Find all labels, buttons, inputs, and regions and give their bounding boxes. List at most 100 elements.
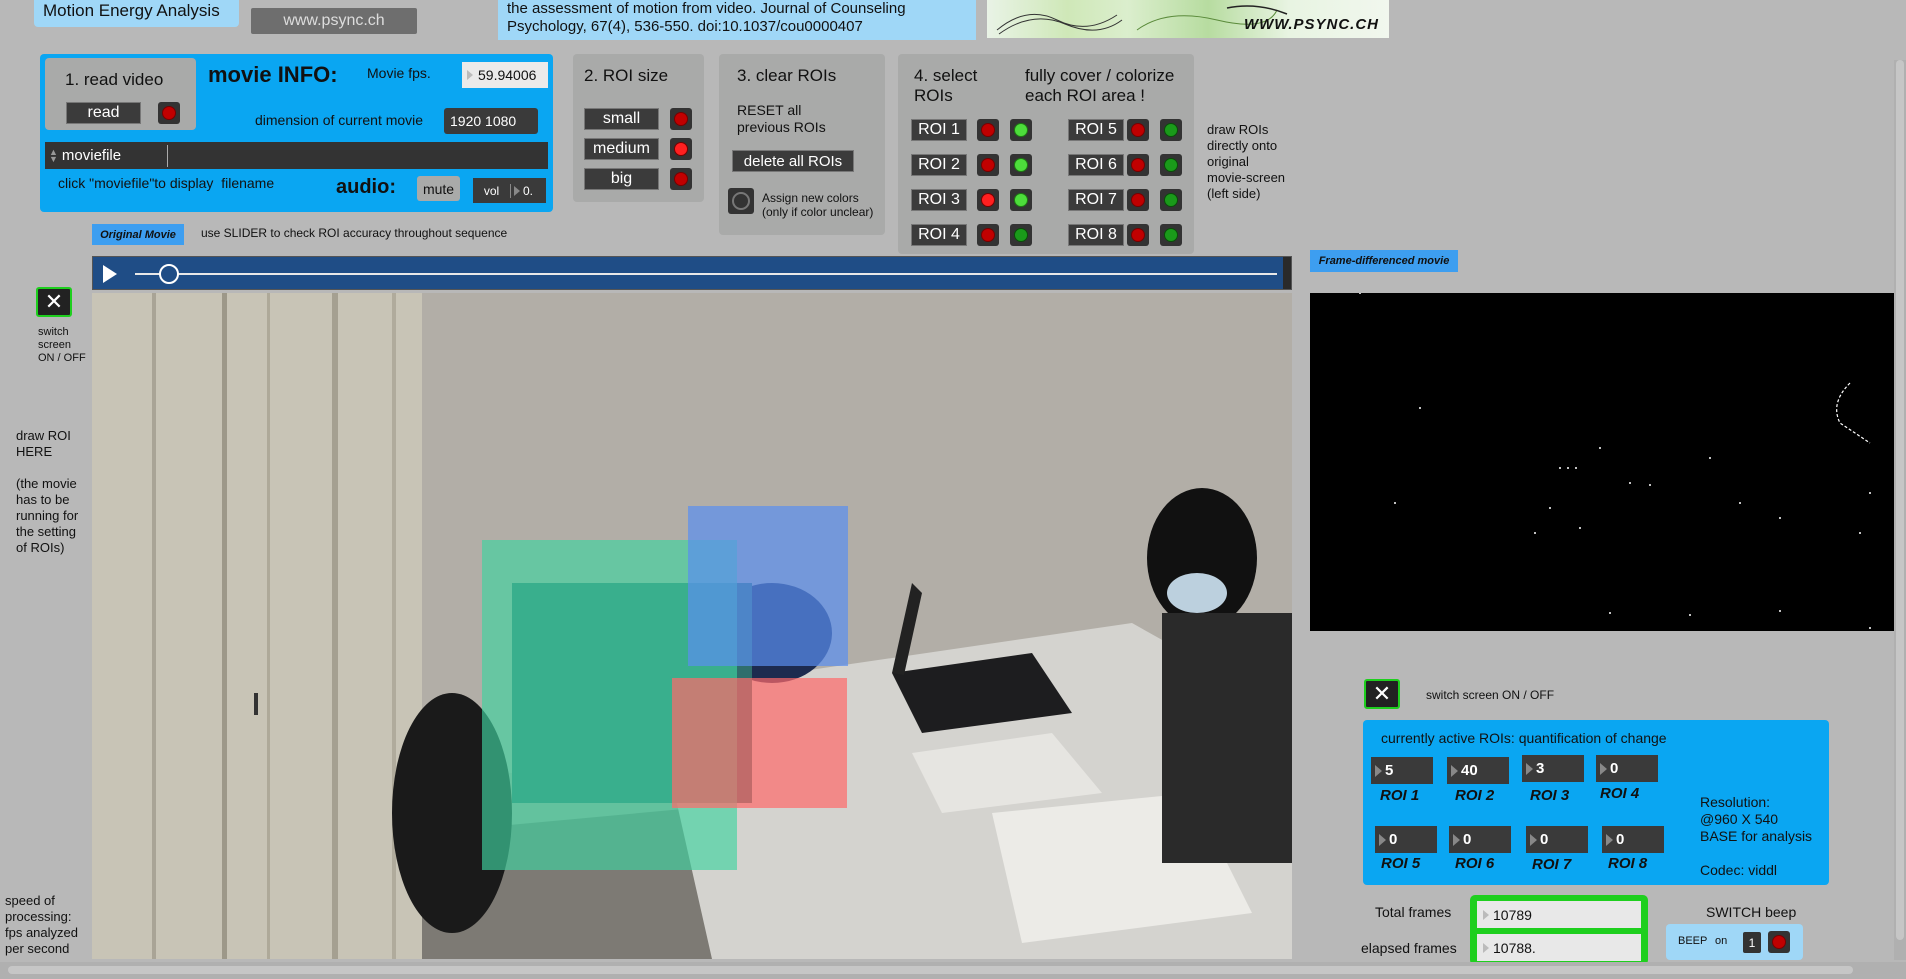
horizontal-scrollbar-thumb[interactable]	[8, 966, 1853, 974]
original-movie-tag: Original Movie	[92, 224, 184, 245]
motion-noise-graphic	[1359, 293, 1871, 629]
select-rois-panel: 4. select ROIs fully cover / colorize ea…	[898, 54, 1194, 254]
roi-8-button[interactable]: ROI 8	[1068, 224, 1124, 246]
roi-5-button[interactable]: ROI 5	[1068, 119, 1124, 141]
roi-7-button[interactable]: ROI 7	[1068, 189, 1124, 211]
switch-screen-left-note: switch screen ON / OFF	[38, 326, 86, 364]
roi-5-green-indicator[interactable]	[1160, 119, 1182, 141]
beep-toggle[interactable]	[1768, 931, 1790, 953]
horizontal-scrollbar[interactable]	[0, 962, 1906, 979]
vertical-scrollbar[interactable]	[1894, 60, 1906, 960]
roi-3-green-indicator[interactable]	[1010, 189, 1032, 211]
slider-track[interactable]	[135, 273, 1277, 275]
dimension-value: 1920 1080	[444, 108, 538, 134]
roi-4-red-indicator[interactable]	[977, 224, 999, 246]
moviefile-label[interactable]: moviefile	[62, 147, 167, 164]
roi-4-value: 0	[1596, 755, 1658, 782]
roi-2-red-indicator[interactable]	[977, 154, 999, 176]
roi-2-green-indicator[interactable]	[1010, 154, 1032, 176]
original-movie-screen[interactable]	[92, 293, 1292, 959]
movie-info-panel: 1. read video read movie INFO: Movie fps…	[40, 54, 553, 212]
roi-7-value: 0	[1526, 826, 1588, 853]
roi-4-green-indicator[interactable]	[1010, 224, 1032, 246]
roi-5-value: 0	[1375, 826, 1437, 853]
app-title-box: Motion Energy Analysis	[34, 0, 239, 27]
vol-value[interactable]: 0.	[523, 184, 533, 198]
assign-line-2: (only if color unclear)	[762, 205, 874, 219]
moviefile-stepper-icon[interactable]: ▲ ▼	[49, 147, 58, 163]
reset-line-1: RESET all	[737, 102, 802, 118]
roi-1-button[interactable]: ROI 1	[911, 119, 967, 141]
size-big-button[interactable]: big	[584, 168, 659, 190]
size-big-indicator[interactable]	[670, 168, 692, 190]
read-indicator[interactable]	[158, 102, 180, 124]
elapsed-frames-value: 10788.	[1477, 934, 1641, 961]
roi-1-green-indicator[interactable]	[1010, 119, 1032, 141]
size-medium-indicator[interactable]	[670, 138, 692, 160]
roi-7-green-indicator[interactable]	[1160, 189, 1182, 211]
volume-control[interactable]: vol 0.	[473, 178, 546, 203]
frame-diff-tag: Frame-differenced movie	[1310, 250, 1458, 272]
assign-colors-button[interactable]	[728, 188, 754, 214]
delete-all-rois-button[interactable]: delete all ROIs	[732, 150, 854, 172]
size-small-button[interactable]: small	[584, 108, 659, 130]
roi-8-green-indicator[interactable]	[1160, 224, 1182, 246]
header-banner: WWW.PSYNC.CH	[987, 0, 1389, 38]
roi-1-red-indicator[interactable]	[977, 119, 999, 141]
roi-3-red-indicator[interactable]	[977, 189, 999, 211]
play-button[interactable]	[97, 261, 123, 287]
roi-7-red-indicator[interactable]	[1127, 189, 1149, 211]
moviefile-hint: click "moviefile"to display filename	[58, 175, 275, 191]
mute-button[interactable]: mute	[417, 176, 460, 201]
beep-value[interactable]: 1	[1743, 932, 1761, 953]
audio-label: audio:	[336, 176, 396, 198]
roi-4-button[interactable]: ROI 4	[911, 224, 967, 246]
roi-7-label: ROI 7	[1532, 856, 1572, 873]
size-medium-button[interactable]: medium	[584, 138, 659, 160]
slider-knob[interactable]	[159, 264, 180, 284]
draw-roi-here-note: draw ROI HERE (the movie has to be runni…	[16, 428, 79, 555]
roi-6-green-indicator[interactable]	[1160, 154, 1182, 176]
close-icon: ✕	[1372, 681, 1392, 706]
slider-hint: use SLIDER to check ROI accuracy through…	[201, 226, 508, 240]
roi-size-title: 2. ROI size	[584, 66, 669, 85]
roi-3-value: 3	[1522, 755, 1584, 782]
roi-3-button[interactable]: ROI 3	[911, 189, 967, 211]
read-button[interactable]: read	[66, 102, 141, 124]
size-small-indicator[interactable]	[670, 108, 692, 130]
citation-line-1: the assessment of motion from video. Jou…	[507, 0, 906, 17]
read-video-box: 1. read video read	[45, 58, 196, 130]
roi-3-label: ROI 3	[1530, 787, 1570, 804]
roi-5-red-indicator[interactable]	[1127, 119, 1149, 141]
cover-line-2: each ROI area !	[1025, 86, 1146, 105]
elapsed-frames-label: elapsed frames	[1361, 940, 1457, 956]
switch-screen-left-button[interactable]: ✕	[36, 287, 72, 317]
roi-8-red-indicator[interactable]	[1127, 224, 1149, 246]
select-rois-title-1: 4. select	[914, 66, 978, 85]
roi-6-label: ROI 6	[1455, 855, 1495, 872]
play-icon	[103, 265, 117, 283]
codec-info: Codec: viddl	[1700, 862, 1778, 878]
psync-link[interactable]: www.psync.ch	[251, 8, 417, 34]
video-frame-scene	[92, 293, 1292, 959]
switch-screen-right-button[interactable]: ✕	[1364, 679, 1400, 709]
vertical-scrollbar-thumb[interactable]	[1896, 60, 1904, 940]
clear-rois-panel: 3. clear ROIs RESET all previous ROIs de…	[719, 54, 885, 235]
close-icon: ✕	[44, 289, 64, 314]
roi-5-label: ROI 5	[1381, 855, 1421, 872]
quantification-title: currently active ROIs: quantification of…	[1381, 730, 1667, 746]
roi-6-value: 0	[1449, 826, 1511, 853]
roi-1-label: ROI 1	[1380, 787, 1420, 804]
roi-2-value: 40	[1447, 757, 1509, 784]
moviefile-field[interactable]: ▲ ▼ moviefile	[45, 142, 548, 169]
quantification-panel: currently active ROIs: quantification of…	[1363, 720, 1829, 885]
frames-box: 10789 10788.	[1470, 895, 1648, 965]
total-frames-label: Total frames	[1375, 904, 1452, 920]
slider-end-cap	[1283, 257, 1291, 289]
roi-6-red-indicator[interactable]	[1127, 154, 1149, 176]
dimension-label: dimension of current movie	[255, 112, 424, 128]
roi-2-label: ROI 2	[1455, 787, 1495, 804]
roi-2-button[interactable]: ROI 2	[911, 154, 967, 176]
roi-6-button[interactable]: ROI 6	[1068, 154, 1124, 176]
vol-label: vol	[473, 183, 511, 198]
